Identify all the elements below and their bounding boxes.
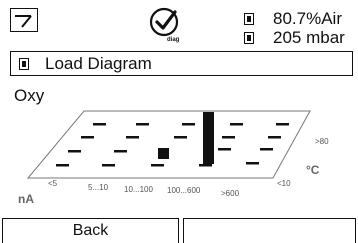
diag-check-icon: diag xyxy=(148,5,182,45)
grid-dash xyxy=(126,136,139,139)
y-tick-label: >80 xyxy=(315,137,329,146)
x-tick-label: 100...600 xyxy=(167,186,201,195)
grid-dash xyxy=(114,150,127,153)
measurement-mode-icon[interactable] xyxy=(10,8,38,32)
grid-dash xyxy=(246,162,259,165)
y-axis-label: °C xyxy=(306,163,320,177)
x-tick-label: <5 xyxy=(48,179,58,188)
load-bar-high xyxy=(203,112,214,164)
grid-dashes xyxy=(56,123,289,167)
grid-dash xyxy=(182,123,195,126)
grid-dash xyxy=(230,123,243,126)
grid-dash xyxy=(199,164,212,167)
status-air-value: 80.7%Air xyxy=(273,9,342,28)
back-softkey-label: Back xyxy=(72,222,109,239)
load-point-marker xyxy=(158,148,169,159)
x-axis-label: nA xyxy=(18,192,34,206)
menu-label: Load Diagram xyxy=(45,53,152,73)
grid-dash xyxy=(136,123,149,126)
diag-label: diag xyxy=(167,37,180,43)
grid-dash xyxy=(174,136,187,139)
x-tick-label: >600 xyxy=(221,189,240,198)
right-softkey[interactable] xyxy=(183,218,356,243)
sensor-indicator-icon xyxy=(244,13,254,25)
grid-dash xyxy=(268,136,281,139)
y-tick-label: <10 xyxy=(277,179,291,188)
load-diagram-menu-item[interactable]: Load Diagram xyxy=(10,51,353,76)
grid-dash xyxy=(81,136,94,139)
device-screen: diag 80.7%Air 205 mbar Load Diagram Oxy xyxy=(0,0,358,243)
grid-dash xyxy=(56,164,69,167)
grid-dash xyxy=(102,164,115,167)
back-softkey[interactable]: Back xyxy=(2,218,179,243)
grid-dash xyxy=(218,148,231,151)
x-tick-label: 5...10 xyxy=(88,183,109,192)
load-diagram-chart: <5 5...10 10...100 100...600 >600 <10 >8… xyxy=(18,110,329,206)
section-title: Oxy xyxy=(14,86,45,105)
grid-dash xyxy=(151,164,164,167)
softkey-bar: Back xyxy=(0,218,358,243)
sensor-indicator-icon xyxy=(19,57,29,70)
grid-dash xyxy=(260,148,273,151)
x-tick-label: 10...100 xyxy=(124,185,153,194)
sensor-indicator-icon xyxy=(244,32,254,44)
grid-dash xyxy=(93,123,106,126)
grid-dash xyxy=(222,136,235,139)
status-row-air: 80.7%Air xyxy=(244,9,342,28)
diagram-plane xyxy=(26,110,311,179)
status-row-pressure: 205 mbar xyxy=(244,28,345,47)
status-pressure-value: 205 mbar xyxy=(273,28,345,47)
grid-dash xyxy=(276,123,289,126)
grid-dash xyxy=(68,150,81,153)
